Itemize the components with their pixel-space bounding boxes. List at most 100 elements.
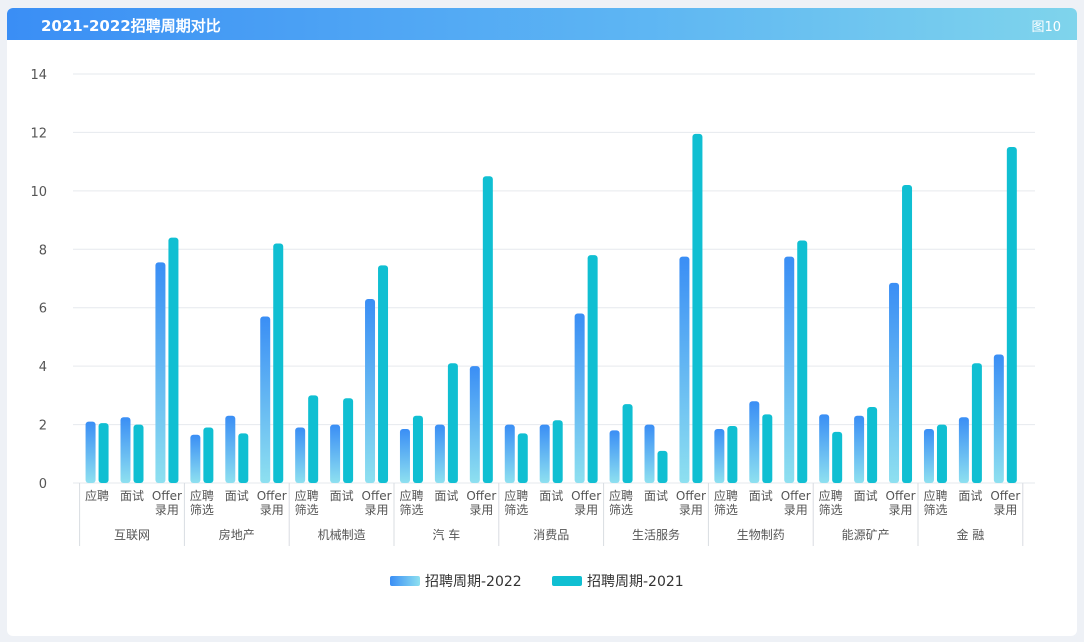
- stage-label: Offer: [362, 489, 392, 503]
- y-axis-ticks: 0 2 4 6 8 10 12 14: [30, 68, 47, 492]
- bar-2021: [936, 424, 947, 483]
- stage-label: 面试: [330, 488, 354, 503]
- bar-2021: [168, 237, 179, 483]
- bar-2021: [622, 404, 633, 483]
- bar-2021: [657, 450, 668, 483]
- stage-label: 录用: [889, 503, 913, 517]
- bar-2021: [832, 431, 843, 483]
- legend-label-2021: 招聘周期-2021: [587, 574, 684, 590]
- bar-2021: [378, 265, 389, 483]
- bar-2022: [365, 298, 376, 483]
- stage-label: 应聘: [85, 488, 109, 503]
- bar-2022: [644, 424, 655, 483]
- bar-2022: [85, 421, 96, 483]
- bar-2022: [854, 415, 865, 483]
- bar-2021: [203, 427, 214, 483]
- bar-chart: 02468101214 应聘 面试 Offer录用互联网应聘筛选面试 Offer录用房…: [30, 68, 1035, 590]
- bar-2021: [902, 185, 913, 483]
- bar-2021: [692, 133, 703, 483]
- stage-label: 应聘: [504, 488, 528, 503]
- bar-2022: [749, 401, 760, 483]
- stage-label: 录用: [784, 503, 808, 517]
- bar-2022: [958, 417, 969, 483]
- stage-label: 筛选: [399, 502, 423, 517]
- y-tick-label: 0: [39, 477, 47, 492]
- stage-label: 应聘: [609, 488, 633, 503]
- stage-label: 录用: [469, 503, 493, 517]
- y-tick-label: 6: [39, 302, 47, 317]
- stage-label: 录用: [365, 503, 389, 517]
- legend-label-2022: 招聘周期-2022: [425, 574, 522, 590]
- bar-2021: [517, 433, 528, 483]
- group-label: 房地产: [219, 527, 255, 542]
- group-label: 汽 车: [432, 527, 460, 542]
- bars: [85, 133, 1017, 484]
- stage-label: 面试: [958, 488, 982, 503]
- bar-2022: [539, 424, 550, 483]
- stage-label: 筛选: [819, 502, 843, 517]
- stage-label: 筛选: [295, 502, 319, 517]
- chart-card: 2021-2022招聘周期对比 图10 0 2 4 6 8 10 12 14 应聘 面试 Offe…: [7, 8, 1077, 636]
- bar-2022: [574, 313, 585, 483]
- bar-2022: [679, 256, 690, 483]
- bar-2022: [504, 424, 515, 483]
- stage-label: 面试: [854, 488, 878, 503]
- y-tick-label: 2: [39, 419, 47, 434]
- bar-2021: [797, 240, 808, 483]
- bar-2022: [399, 428, 410, 483]
- bar-2021: [343, 398, 354, 483]
- stage-label: 应聘: [819, 488, 843, 503]
- stage-label: 应聘: [923, 488, 947, 503]
- bar-2022: [434, 424, 445, 483]
- stage-label: 面试: [539, 488, 563, 503]
- bar-2022: [714, 428, 725, 483]
- bar-2022: [330, 424, 341, 483]
- y-tick-label: 12: [30, 126, 47, 141]
- legend-swatch-2021: [552, 576, 582, 586]
- bar-2022: [155, 262, 166, 483]
- stage-label: Offer: [466, 489, 496, 503]
- bar-2022: [469, 366, 480, 483]
- x-axis-labels: 应聘 面试 Offer录用互联网应聘筛选面试 Offer录用房地产应聘筛选面试 Offe…: [79, 483, 1024, 546]
- stage-label: 面试: [644, 488, 668, 503]
- legend-swatch-2022: [390, 576, 420, 586]
- bar-2021: [133, 424, 144, 483]
- stage-label: Offer: [886, 489, 916, 503]
- stage-label: 录用: [574, 503, 598, 517]
- bar-2021: [98, 423, 109, 483]
- bar-2022: [819, 414, 830, 483]
- bar-2021: [552, 420, 563, 483]
- bar-2021: [308, 395, 319, 483]
- bar-2022: [295, 427, 306, 483]
- bar-2021: [1006, 147, 1017, 484]
- stage-label: 筛选: [190, 502, 214, 517]
- bar-2021: [482, 176, 493, 483]
- stage-label: 应聘: [399, 488, 423, 503]
- group-label: 生活服务: [632, 527, 680, 542]
- stage-label: Offer: [257, 489, 287, 503]
- bar-2021: [587, 255, 598, 483]
- bar-2021: [867, 407, 878, 483]
- bar-2021: [273, 243, 284, 483]
- bar-2021: [447, 363, 458, 483]
- group-label: 能源矿产: [842, 528, 890, 542]
- y-tick-label: 14: [30, 68, 47, 83]
- stage-label: Offer: [990, 489, 1020, 503]
- stage-label: 面试: [749, 488, 773, 503]
- stage-label: 应聘: [714, 488, 738, 503]
- group-label: 机械制造: [318, 527, 366, 542]
- bar-2022: [889, 282, 900, 483]
- y-tick-label: 4: [39, 360, 47, 375]
- stage-label: Offer: [676, 489, 706, 503]
- bar-2022: [190, 434, 201, 483]
- stage-label: Offer: [152, 489, 182, 503]
- stage-label: 录用: [993, 503, 1017, 517]
- stage-label: Offer: [781, 489, 811, 503]
- y-tick-label: 10: [30, 185, 47, 200]
- stage-label: 录用: [679, 503, 703, 517]
- stage-label: 面试: [120, 488, 144, 503]
- stage-label: 筛选: [923, 502, 947, 517]
- stage-label: 应聘: [190, 488, 214, 503]
- bar-2021: [412, 415, 423, 483]
- bar-2021: [971, 363, 982, 483]
